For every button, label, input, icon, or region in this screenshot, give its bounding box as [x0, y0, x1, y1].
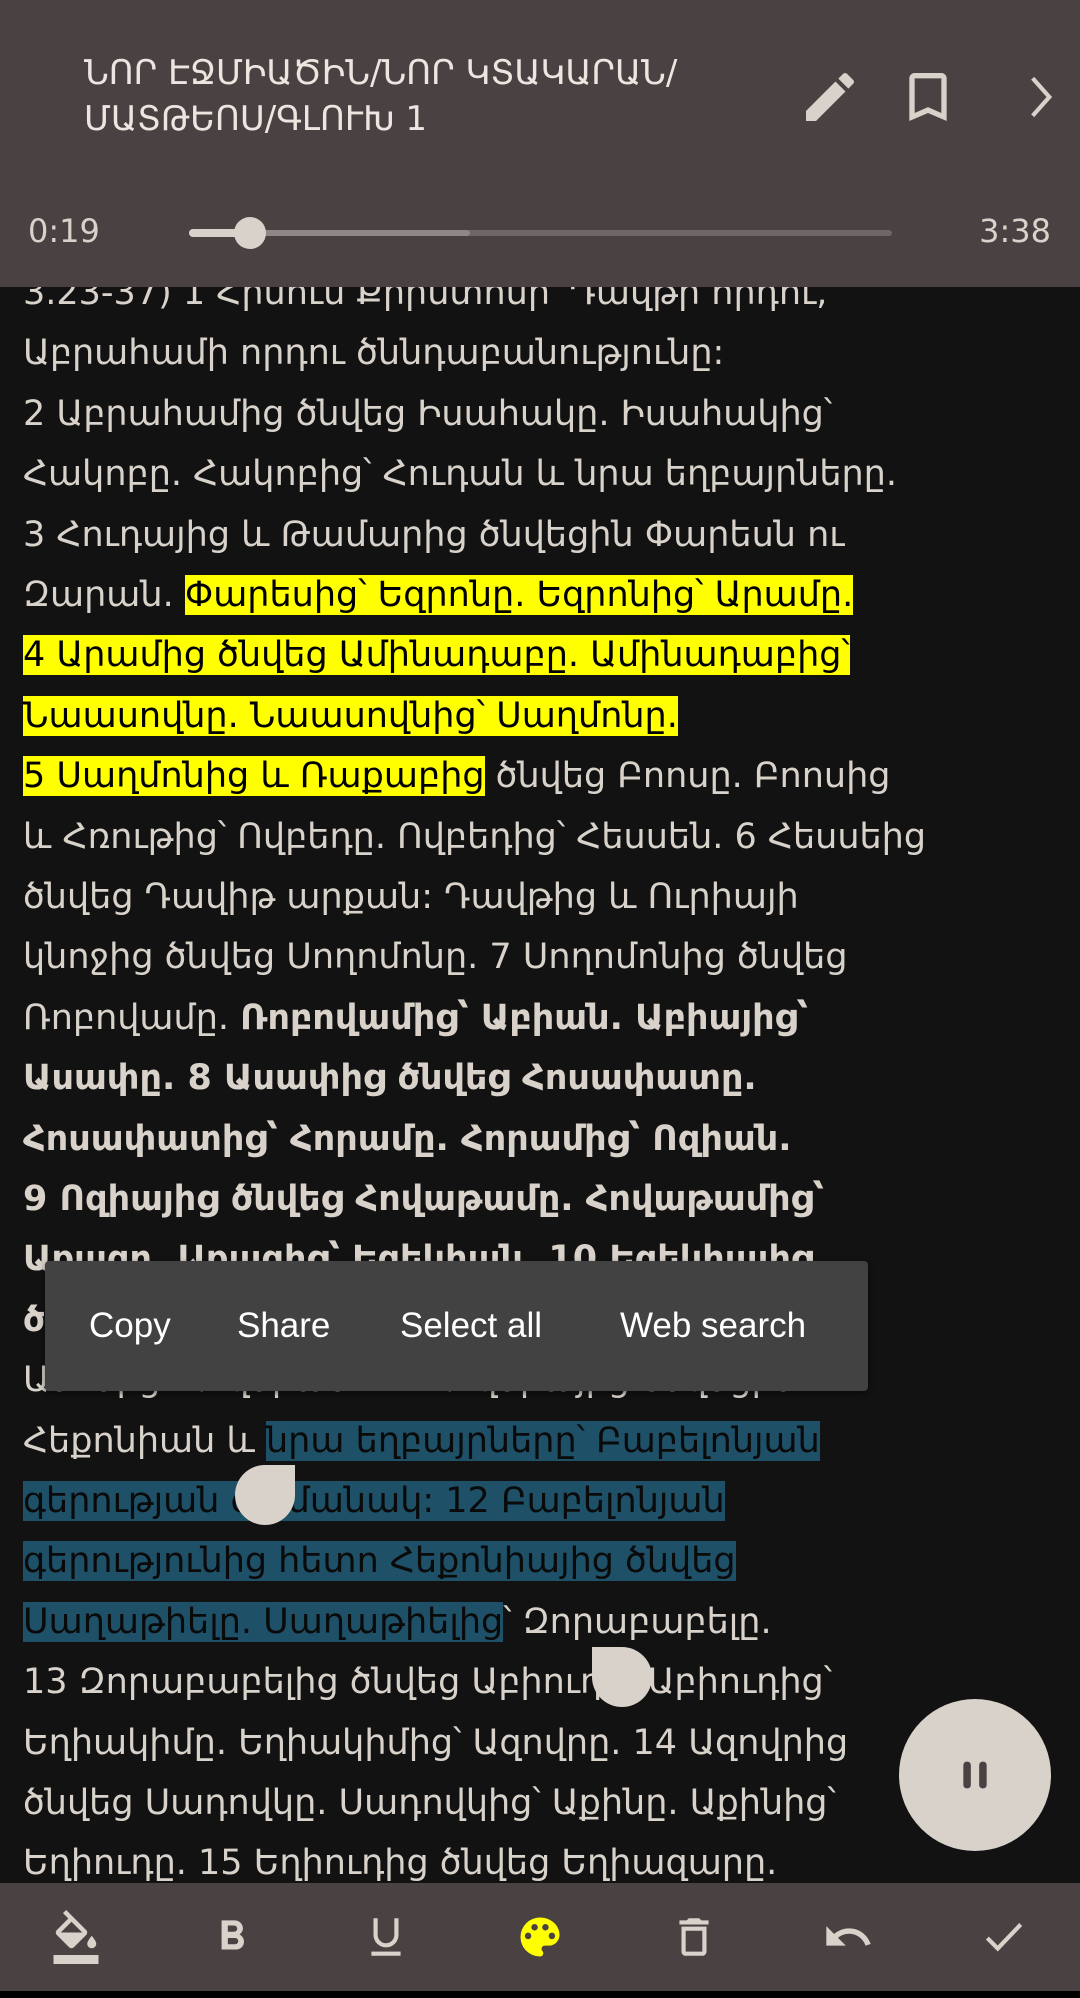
- text-span: ծնվեց Բոոսը. Բոոսից: [484, 756, 891, 797]
- seek-bar[interactable]: [189, 217, 892, 249]
- text-line[interactable]: Հեքոնիան և նրա եղբայրները՝ Բաբելոնյան: [23, 1411, 820, 1471]
- selection-start-handle[interactable]: [235, 1465, 295, 1525]
- highlight-fill-icon[interactable]: [46, 1907, 106, 1967]
- highlighted-text: Նաասովնը. Նաասովնից՝ Սաղմոնը.: [23, 695, 678, 736]
- title-line-1: ՆՈՐ ԷՋՄԻԱԾԻՆ/ՆՈՐ ԿՏԱԿԱՐԱՆ/: [84, 53, 678, 93]
- elapsed-time: 0:19: [28, 212, 100, 250]
- formatting-toolbar: [0, 1883, 1080, 1991]
- text-span: և Հռութից՝ Ովբեդը. Ովբեդից՝ Հեսսեն. 6 Հե…: [23, 816, 927, 857]
- selected-text: նրա եղբայրները՝ Բաբելոնյան: [265, 1420, 820, 1461]
- text-line[interactable]: ծնվեց Սադովկը. Սադովկից՝ Աքինը. Աքինից՝: [23, 1773, 836, 1833]
- text-span: Ռոբովամը.: [23, 997, 241, 1038]
- undo-icon[interactable]: [818, 1907, 878, 1967]
- bookmark-icon[interactable]: [893, 62, 963, 132]
- text-line[interactable]: Հակոբը. Հակոբից՝ Հուդան և նրա եղբայրները…: [23, 444, 897, 504]
- app-header: ՆՈՐ ԷՋՄԻԱԾԻՆ/ՆՈՐ ԿՏԱԿԱՐԱՆ/ ՄԱՏԹԵՈՍ/ԳԼՈՒԽ…: [0, 0, 1080, 287]
- text-span: Աբրահամի որդու ծննդաբանությունը:: [23, 333, 725, 374]
- highlighted-text: 5 Սաղմոնից և Ռաքաբից: [23, 756, 485, 797]
- highlighted-text: Փարեսից՝ Եզրոնը. Եզրոնից՝ Արամը.: [184, 575, 854, 615]
- text-line[interactable]: գերության ժամանակ: 12 Բաբելոնյան: [23, 1471, 725, 1531]
- bold-text: Հոսափատից՝ Հորամը. Հորամից՝ Ոզիան.: [23, 1118, 792, 1159]
- share-button[interactable]: Share: [237, 1261, 330, 1391]
- text-span: 13 Զորաբաբելից ծնվեց Աբիուդը. Աբիուդից՝: [23, 1662, 833, 1703]
- text-line[interactable]: ծնվեց Դավիթ արքան: Դավթից և Ուրիայի: [23, 867, 799, 927]
- text-line[interactable]: Նաասովնը. Նաասովնից՝ Սաղմոնը.: [23, 686, 678, 746]
- bold-text: Ռոբովամից՝ Աբիան. Աբիայից՝: [240, 997, 809, 1038]
- bold-text: Ասափը. 8 Ասափից ծնվեց Հոսափատը.: [23, 1058, 757, 1099]
- text-line[interactable]: Աբրահամի որդու ծննդաբանությունը:: [23, 323, 724, 383]
- text-span: կնոջից ծնվեց Սողոմոնը. 7 Սողոմոնից ծնվեց: [23, 937, 848, 978]
- chapter-title: ՆՈՐ ԷՋՄԻԱԾԻՆ/ՆՈՐ ԿՏԱԿԱՐԱՆ/ ՄԱՏԹԵՈՍ/ԳԼՈՒԽ…: [84, 50, 764, 142]
- text-line[interactable]: Սաղաթիելը. Սաղաթիելից՝ Զորաբաբելը.: [23, 1592, 772, 1652]
- bold-icon[interactable]: [202, 1907, 262, 1967]
- pencil-icon[interactable]: [795, 62, 865, 132]
- web-search-button[interactable]: Web search: [620, 1261, 806, 1391]
- text-line[interactable]: Հոսափատից՝ Հորամը. Հորամից՝ Ոզիան.: [23, 1109, 792, 1169]
- title-line-2: ՄԱՏԹԵՈՍ/ԳԼՈՒԽ 1: [84, 99, 427, 139]
- text-span: ծնվեց Դավիթ արքան: Դավթից և Ուրիայի: [23, 877, 799, 917]
- chevron-right-icon[interactable]: [1006, 62, 1076, 132]
- selected-text: գերությունից հետո Հեքոնիայից ծնվեց: [23, 1541, 736, 1582]
- select-all-button[interactable]: Select all: [400, 1261, 542, 1391]
- text-line[interactable]: կնոջից ծնվեց Սողոմոնը. 7 Սողոմոնից ծնվեց: [23, 927, 848, 987]
- duration-time: 3:38: [979, 212, 1051, 250]
- text-line[interactable]: Եղիակիմը. Եղիակիմից՝ Ազովրը. 14 Ազովրից: [23, 1713, 848, 1773]
- text-span: ծնվեց Սադովկը. Սադովկից՝ Աքինը. Աքինից՝: [23, 1783, 836, 1823]
- text-span: Զարան.: [23, 575, 185, 615]
- pause-button[interactable]: [899, 1699, 1051, 1851]
- selection-end-handle[interactable]: [592, 1647, 652, 1707]
- pause-icon: [963, 1761, 987, 1789]
- text-span: 3 Հուդայից և Թամարից ծնվեցին Փարեսն ու: [23, 514, 845, 555]
- highlighted-text: 4 Արամից ծնվեց Ամինադաբը. Ամինադաբից՝: [23, 635, 850, 676]
- text-selection-menu: Copy Share Select all Web search: [45, 1261, 868, 1391]
- palette-icon[interactable]: [510, 1907, 570, 1967]
- text-line[interactable]: 4 Արամից ծնվեց Ամինադաբը. Ամինադաբից՝: [23, 625, 850, 685]
- text-line[interactable]: Ասափը. 8 Ասափից ծնվեց Հոսափատը.: [23, 1048, 757, 1108]
- selected-text: Սաղաթիելը. Սաղաթիելից: [23, 1601, 504, 1642]
- text-line[interactable]: 2 Աբրահամից ծնվեց Իսահակը. Իսահակից՝: [23, 384, 832, 444]
- copy-button[interactable]: Copy: [89, 1261, 171, 1391]
- bold-text: ծ: [23, 1299, 46, 1340]
- delete-icon[interactable]: [664, 1907, 724, 1967]
- text-line[interactable]: 3 Հուդայից և Թամարից ծնվեցին Փարեսն ու: [23, 505, 844, 565]
- selected-text: գերության ժամանակ: 12 Բաբելոնյան: [23, 1481, 725, 1521]
- text-line[interactable]: Զարան. Փարեսից՝ Եզրոնը. Եզրոնից՝ Արամը.: [23, 565, 854, 625]
- check-icon[interactable]: [974, 1907, 1034, 1967]
- text-span: Հեքոնիան և: [23, 1420, 266, 1461]
- underline-icon[interactable]: [356, 1907, 416, 1967]
- text-line[interactable]: 9 Ոզիայից ծնվեց Հովաթամը. Հովաթամից՝: [23, 1169, 824, 1229]
- text-span: 2 Աբրահամից ծնվեց Իսահակը. Իսահակից՝: [23, 393, 833, 434]
- text-span: Հակոբը. Հակոբից՝ Հուդան և նրա եղբայրները…: [23, 454, 897, 495]
- text-line[interactable]: և Հռութից՝ Ովբեդը. Ովբեդից՝ Հեսսեն. 6 Հե…: [23, 807, 926, 867]
- text-span: Եղիուդը. 15 Եղիուդից ծնվեց Եղիազարը.: [23, 1843, 778, 1883]
- seek-thumb[interactable]: [234, 217, 267, 249]
- text-span: Եղիակիմը. Եղիակիմից՝ Ազովրը. 14 Ազովրից: [23, 1722, 849, 1763]
- bold-text: 9 Ոզիայից ծնվեց Հովաթամը. Հովաթամից՝: [23, 1179, 825, 1219]
- system-nav-bar: [0, 1991, 1080, 1998]
- text-line[interactable]: Ռոբովամը. Ռոբովամից՝ Աբիան. Աբիայից՝: [23, 988, 808, 1048]
- text-line[interactable]: Եղիուդը. 15 Եղիուդից ծնվեց Եղիազարը.: [23, 1833, 777, 1883]
- text-line[interactable]: 5 Սաղմոնից և Ռաքաբից ծնվեց Բոոսը. Բոոսից: [23, 746, 890, 806]
- text-line[interactable]: գերությունից հետո Հեքոնիայից ծնվեց: [23, 1531, 736, 1591]
- text-line[interactable]: 13 Զորաբաբելից ծնվեց Աբիուդը. Աբիուդից՝: [23, 1652, 832, 1712]
- text-span: ՝ Զորաբաբելը.: [503, 1601, 772, 1642]
